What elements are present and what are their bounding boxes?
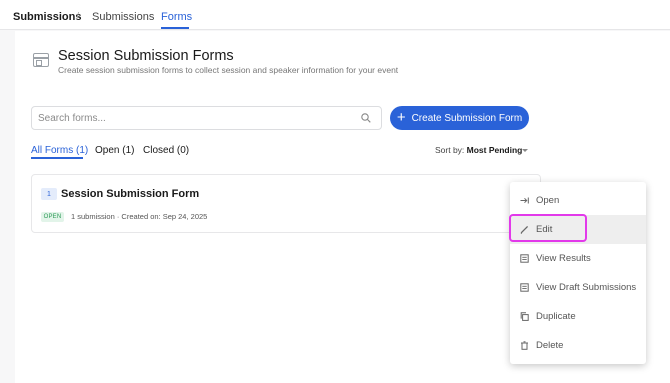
search-box[interactable] [31,106,382,130]
menu-item-label: Delete [536,340,564,351]
form-title[interactable]: Session Submission Form [61,188,199,200]
form-meta: 1 submission · Created on: Sep 24, 2025 [71,212,208,221]
breadcrumb-root[interactable]: Submissions [13,11,81,23]
plus-icon: + [396,109,406,126]
menu-item-duplicate[interactable]: Duplicate [510,302,646,331]
pencil-icon [520,225,529,234]
tab-forms[interactable]: Forms [161,11,192,23]
copy-icon [520,312,529,321]
filter-tab-open[interactable]: Open (1) [95,145,134,156]
status-badge: OPEN [41,212,64,222]
menu-item-label: View Results [536,253,591,264]
top-nav: Submissions / Submissions Forms [0,0,670,30]
create-button-label: Create Submission Form [411,112,523,124]
sort-dropdown[interactable]: Sort by: Most Pending [435,145,522,155]
breadcrumb-separator: / [76,11,80,23]
menu-item-open[interactable]: Open [510,186,646,215]
menu-item-edit[interactable]: Edit [510,215,646,244]
sort-prefix: Sort by: [435,145,467,155]
active-filter-indicator [31,157,83,159]
search-input[interactable] [38,110,348,126]
form-actions-menu: Open Edit View Results View Draft Submis… [510,182,646,364]
menu-item-label: View Draft Submissions [536,282,637,293]
search-icon[interactable] [361,113,371,123]
form-icon [33,53,49,67]
trash-icon [520,341,529,350]
form-number-badge: 1 [41,188,57,200]
page-subtitle: Create session submission forms to colle… [58,65,399,75]
page-title: Session Submission Forms [58,48,234,64]
chevron-down-icon[interactable] [522,149,528,152]
form-card[interactable]: 1 Session Submission Form OPEN 1 submiss… [31,174,541,233]
sort-value: Most Pending [466,145,523,155]
menu-item-delete[interactable]: Delete [510,331,646,360]
menu-item-label: Duplicate [536,311,576,322]
filter-tab-closed[interactable]: Closed (0) [143,145,189,156]
menu-item-view-drafts[interactable]: View Draft Submissions [510,273,646,302]
open-arrow-icon [520,196,529,205]
results-icon [520,254,529,263]
drafts-icon [520,283,529,292]
menu-item-label: Open [536,195,560,206]
create-submission-form-button[interactable]: + Create Submission Form [390,106,529,130]
filter-tab-all[interactable]: All Forms (1) [31,145,88,156]
menu-item-view-results[interactable]: View Results [510,244,646,273]
tab-submissions[interactable]: Submissions [92,11,154,23]
active-tab-indicator [161,27,189,29]
menu-item-label: Edit [536,224,553,235]
